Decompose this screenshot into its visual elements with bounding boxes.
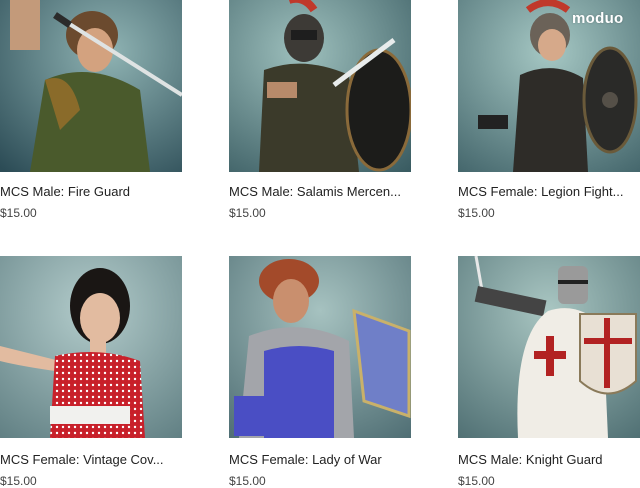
product-price: $15.00 xyxy=(0,474,37,488)
product-title[interactable]: MCS Female: Legion Fight... xyxy=(458,184,640,199)
moduo-watermark-logo: moduo xyxy=(572,10,624,27)
product-card-lady-of-war[interactable]: MCS Female: Lady of War $15.00 xyxy=(229,256,411,488)
product-card-fire-guard[interactable]: MCS Male: Fire Guard $15.00 xyxy=(0,0,182,228)
product-price: $15.00 xyxy=(458,474,495,488)
product-title[interactable]: MCS Male: Knight Guard xyxy=(458,452,640,467)
product-thumbnail[interactable] xyxy=(229,0,411,172)
product-price: $15.00 xyxy=(0,206,37,220)
product-title[interactable]: MCS Female: Vintage Cov... xyxy=(0,452,182,467)
product-title[interactable]: MCS Male: Fire Guard xyxy=(0,184,182,199)
product-thumbnail[interactable] xyxy=(229,256,411,438)
product-thumbnail[interactable] xyxy=(458,256,640,438)
vintage-cover-portrait-icon xyxy=(0,256,182,438)
salamis-mercenary-portrait-icon xyxy=(229,0,411,172)
product-thumbnail[interactable] xyxy=(0,0,182,172)
product-card-legion-fighter[interactable]: MCS Female: Legion Fight... $15.00 xyxy=(458,0,640,228)
product-price: $15.00 xyxy=(458,206,495,220)
product-title[interactable]: MCS Male: Salamis Mercen... xyxy=(229,184,411,199)
product-title[interactable]: MCS Female: Lady of War xyxy=(229,452,411,467)
knight-guard-portrait-icon xyxy=(458,256,640,438)
product-price: $15.00 xyxy=(229,474,266,488)
lady-of-war-portrait-icon xyxy=(229,256,411,438)
product-card-vintage-cover[interactable]: MCS Female: Vintage Cov... $15.00 xyxy=(0,256,182,488)
product-grid-page: moduo MCS Male: Fire Guard $15.00 MCS Ma… xyxy=(0,0,640,488)
product-card-knight-guard[interactable]: MCS Male: Knight Guard $15.00 xyxy=(458,256,640,488)
product-price: $15.00 xyxy=(229,206,266,220)
product-thumbnail[interactable] xyxy=(0,256,182,438)
fire-guard-portrait-icon xyxy=(0,0,182,172)
product-card-salamis-mercenary[interactable]: MCS Male: Salamis Mercen... $15.00 xyxy=(229,0,411,228)
